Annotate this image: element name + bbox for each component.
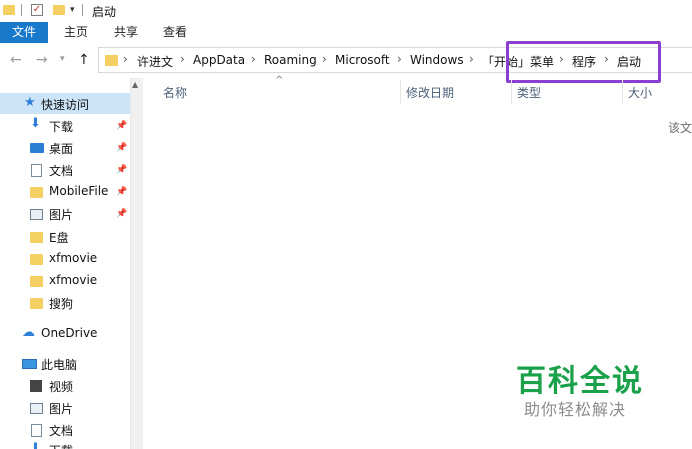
pin-icon: 📌 — [116, 187, 128, 197]
column-header-size[interactable]: 大小 — [628, 84, 652, 101]
up-arrow-icon[interactable]: ↑ — [78, 52, 90, 68]
nav-label: 文档 — [49, 424, 74, 438]
column-header-type[interactable]: 类型 — [517, 84, 541, 101]
download-arrow-icon: ⬇ — [30, 116, 41, 131]
forward-arrow-icon[interactable]: → — [36, 52, 48, 68]
tab-view[interactable]: 查看 — [163, 22, 187, 43]
breadcrumb-chevron-icon[interactable]: › — [469, 52, 474, 66]
breadcrumb-user[interactable]: 许进文 — [137, 53, 173, 70]
nav-label: OneDrive — [41, 326, 98, 340]
download-arrow-icon: ⬇ — [30, 441, 41, 449]
pin-icon: 📌 — [116, 143, 128, 153]
nav-label: 图片 — [49, 402, 74, 416]
nav-label: 快速访问 — [41, 98, 90, 112]
new-folder-icon[interactable] — [53, 5, 65, 15]
properties-check-icon[interactable]: ✓ — [31, 4, 43, 16]
nav-scrollbar[interactable] — [130, 78, 143, 449]
breadcrumb-windows[interactable]: Windows — [410, 53, 464, 67]
nav-label: 文档 — [49, 164, 74, 178]
picture-icon — [30, 209, 43, 220]
column-divider[interactable] — [622, 80, 623, 104]
computer-icon — [22, 359, 37, 369]
customize-toolbar-chevron-icon[interactable]: ▾ — [70, 5, 75, 15]
document-icon — [31, 424, 42, 437]
column-divider[interactable] — [511, 80, 512, 104]
pin-icon: 📌 — [116, 209, 128, 219]
folder-icon — [30, 232, 43, 243]
picture-icon — [30, 403, 43, 414]
folder-icon — [30, 276, 43, 287]
desktop-icon — [30, 143, 44, 153]
nav-label: 视频 — [49, 380, 74, 394]
column-divider[interactable] — [400, 80, 401, 104]
empty-folder-message: 该文件夹为空。 — [668, 121, 692, 135]
tab-home[interactable]: 主页 — [64, 22, 88, 43]
highlight-annotation-box — [506, 41, 661, 83]
breadcrumb-chevron-icon[interactable]: › — [180, 52, 185, 66]
folder-icon — [105, 55, 118, 66]
nav-label: E盘 — [49, 231, 69, 245]
column-header-modified[interactable]: 修改日期 — [406, 84, 454, 101]
watermark-subtitle: 助你轻松解决 — [524, 400, 627, 419]
breadcrumb-chevron-icon[interactable]: › — [123, 52, 128, 66]
nav-label: MobileFile — [49, 184, 109, 198]
column-header-name[interactable]: 名称 — [163, 84, 187, 101]
onedrive-cloud-icon: ☁ — [22, 325, 35, 340]
back-arrow-icon[interactable]: ← — [10, 52, 22, 68]
breadcrumb-chevron-icon[interactable]: › — [397, 52, 402, 66]
tab-file[interactable]: 文件 — [0, 22, 48, 43]
folder-icon — [30, 187, 43, 198]
toolbar-divider — [21, 4, 22, 16]
sort-ascending-icon: ^ — [275, 75, 284, 86]
nav-label: 下载 — [49, 120, 74, 134]
breadcrumb-chevron-icon[interactable]: › — [251, 52, 256, 66]
pin-icon: 📌 — [116, 121, 128, 131]
recent-locations-chevron-icon[interactable]: ▾ — [60, 54, 65, 64]
video-icon — [30, 380, 42, 392]
empty-folder-message-clip: 该文件夹为空。 — [668, 119, 692, 135]
scroll-up-arrow-icon[interactable]: ▲ — [132, 80, 138, 89]
folder-icon — [3, 5, 15, 15]
nav-label: 搜狗 — [49, 297, 74, 311]
breadcrumb-roaming[interactable]: Roaming — [264, 53, 317, 67]
breadcrumb-chevron-icon[interactable]: › — [322, 52, 327, 66]
nav-label: 图片 — [49, 208, 74, 222]
watermark-title: 百科全说 — [516, 364, 644, 399]
quick-access-star-icon: ★ — [24, 95, 36, 110]
pin-icon: 📌 — [116, 165, 128, 175]
folder-icon — [30, 254, 43, 265]
nav-label: 桌面 — [49, 142, 74, 156]
tab-share[interactable]: 共享 — [114, 22, 138, 43]
nav-label: 下载 — [49, 442, 73, 449]
breadcrumb-appdata[interactable]: AppData — [193, 53, 245, 67]
toolbar-divider — [82, 4, 83, 16]
window-title: 启动 — [92, 5, 117, 19]
nav-label: 此电脑 — [41, 358, 78, 372]
breadcrumb-microsoft[interactable]: Microsoft — [335, 53, 390, 67]
nav-label: xfmovie — [49, 273, 98, 287]
folder-icon — [30, 298, 43, 309]
nav-label: xfmovie — [49, 251, 98, 265]
document-icon — [31, 164, 42, 177]
